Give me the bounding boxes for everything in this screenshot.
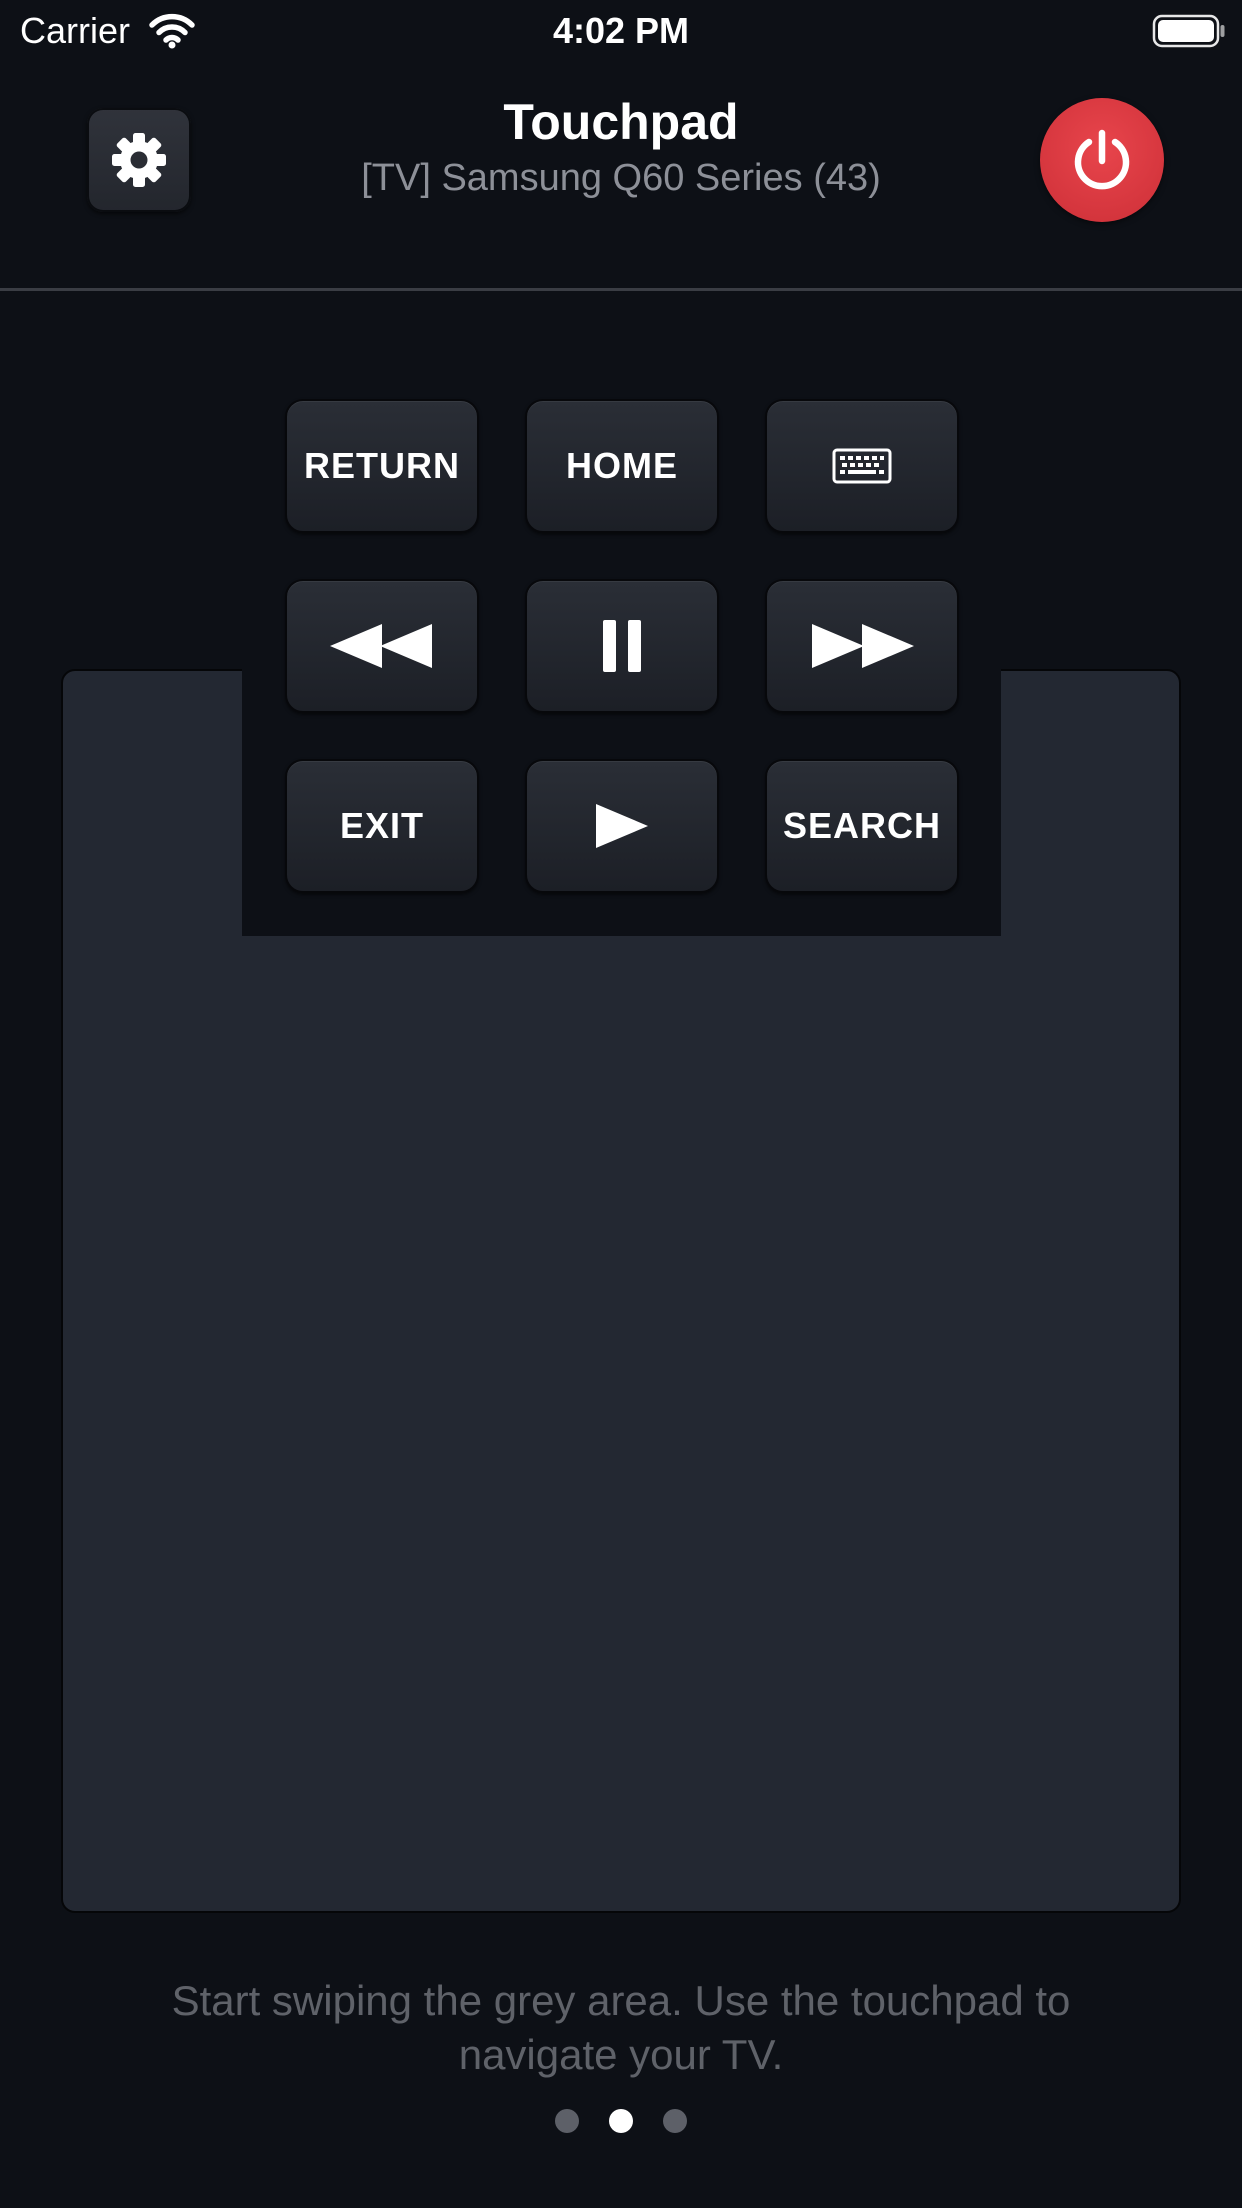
pause-icon [603, 620, 641, 672]
home-label: HOME [566, 445, 678, 486]
page-dot[interactable] [609, 2109, 633, 2133]
rewind-button[interactable] [285, 579, 479, 713]
status-time: 4:02 PM [552, 10, 690, 51]
fast-forward-button[interactable] [765, 579, 959, 713]
page-dot[interactable] [555, 2109, 579, 2133]
play-button[interactable] [525, 759, 719, 893]
page-dot[interactable] [663, 2109, 687, 2133]
pause-button[interactable] [525, 579, 719, 713]
search-button[interactable]: SEARCH [765, 759, 959, 893]
power-icon [1074, 129, 1130, 190]
battery-icon [1152, 14, 1225, 48]
page-indicator [0, 2108, 1242, 2134]
power-button[interactable] [1040, 98, 1164, 222]
search-label: SEARCH [782, 805, 941, 846]
return-label: RETURN [304, 445, 460, 486]
keyboard-icon [832, 448, 892, 484]
return-button[interactable]: RETURN [285, 399, 479, 533]
keyboard-button[interactable] [765, 399, 959, 533]
header-divider [0, 288, 1242, 291]
play-icon [596, 804, 648, 848]
home-button[interactable]: HOME [525, 399, 719, 533]
fast-forward-icon [812, 624, 914, 668]
exit-button[interactable]: EXIT [285, 759, 479, 893]
exit-label: EXIT [339, 805, 424, 846]
rewind-icon [330, 624, 432, 668]
instruction-text: Start swiping the grey area. Use the tou… [171, 1977, 1071, 2078]
